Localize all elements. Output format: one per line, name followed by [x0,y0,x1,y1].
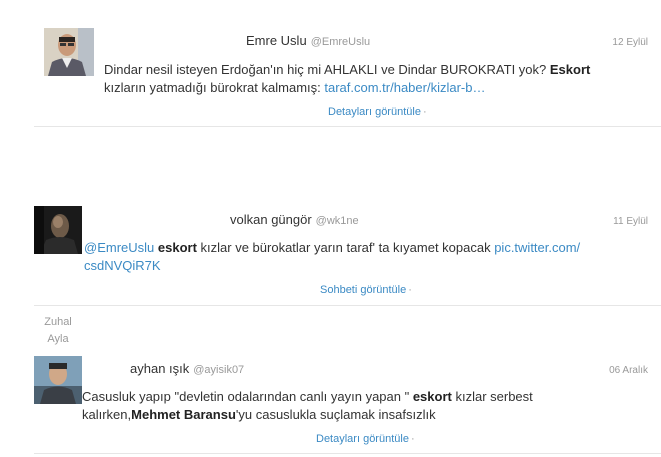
text-segment: Dindar nesil isteyen Erdoğan'ın hiç mi A… [104,62,550,77]
tweet-1-date[interactable]: 12 Eylül [612,37,648,48]
text-segment: kalırken, [82,407,132,422]
tweet-text-line: kızların yatmadığı bürokrat kalmamış: ta… [104,79,654,97]
tweet-2-author[interactable]: volkan güngör @wk1ne [230,212,359,227]
text-segment: Casusluk yapıp "devletin odalarından can… [82,389,413,404]
tweet-text-line: csdNVQiR7K [84,257,644,275]
tweet-2-conversation-link[interactable]: Sohbeti görüntüle · [320,284,412,296]
author-handle[interactable]: @ayisik07 [193,364,244,376]
author-name[interactable]: ayhan ışık [130,361,189,376]
tweet-3-date[interactable]: 06 Aralık [609,365,648,376]
bold-keyword: Mehmet Baransu [131,407,236,422]
action-label[interactable]: Detayları görüntüle [316,433,409,445]
mention-link[interactable]: @EmreUslu [84,240,154,255]
tweet-text-line: Casusluk yapıp "devletin odalarından can… [82,388,642,406]
tweet-link[interactable]: csdNVQiR7K [84,258,161,273]
tweet-separator [34,453,661,454]
action-dot: · [408,284,412,296]
action-label[interactable]: Detayları görüntüle [328,106,421,118]
avatar-image [44,28,94,76]
tweet-text-line: kalırken,Mehmet Baransu'yu casuslukla su… [82,406,642,424]
tweet-text-line: @EmreUslu eskort kızlar ve bürokatlar ya… [84,239,644,257]
tweet-separator [34,126,661,127]
tweet-2-text: @EmreUslu eskort kızlar ve bürokatlar ya… [84,239,644,275]
avatar-image [34,356,82,404]
action-dot: · [410,433,415,445]
tweet-3-author[interactable]: ayhan ışık @ayisik07 [130,361,244,376]
avatar-ayhan-isik[interactable] [34,356,82,404]
text-segment: kızlar serbest [451,389,533,404]
user-first-name[interactable]: Zuhal [38,314,78,331]
avatar-image [34,206,82,254]
text-segment: kızlar ve bürokatlar yarın taraf' ta kıy… [196,240,495,255]
tweet-link[interactable]: taraf.com.tr/haber/kizlar-b… [324,80,485,95]
tweet-1-text: Dindar nesil isteyen Erdoğan'ın hiç mi A… [104,61,654,97]
author-handle[interactable]: @EmreUslu [311,36,370,48]
tweet-1-details-link[interactable]: Detayları görüntüle · [328,106,427,118]
author-name[interactable]: volkan güngör [230,212,312,227]
tweet-separator [34,305,661,306]
sidebar-user-name[interactable]: Zuhal Ayla [38,314,78,348]
tweet-link[interactable]: pic.twitter.com/ [494,240,580,255]
user-last-name[interactable]: Ayla [38,331,78,348]
author-name[interactable]: Emre Uslu [246,33,307,48]
tweet-1-author[interactable]: Emre Uslu @EmreUslu [246,33,370,48]
bold-keyword: Eskort [549,62,591,77]
tweet-3-text: Casusluk yapıp "devletin odalarından can… [82,388,642,424]
tweet-3-details-link[interactable]: Detayları görüntüle · [316,433,415,445]
text-segment: 'yu casuslukla suçlamak insafsızlık [235,407,436,422]
tweet-text-line: Dindar nesil isteyen Erdoğan'ın hiç mi A… [104,61,654,79]
tweet-2-date[interactable]: 11 Eylül [613,216,648,227]
author-handle[interactable]: @wk1ne [316,215,359,227]
action-label[interactable]: Sohbeti görüntüle [320,284,406,296]
bold-keyword: eskort [157,240,197,255]
action-dot: · [422,106,427,118]
text-segment: kızların yatmadığı bürokrat kalmamış: [104,80,325,95]
avatar-volkan-gungor[interactable] [34,206,82,254]
avatar-emre-uslu[interactable] [44,28,94,76]
bold-keyword: eskort [412,389,452,404]
